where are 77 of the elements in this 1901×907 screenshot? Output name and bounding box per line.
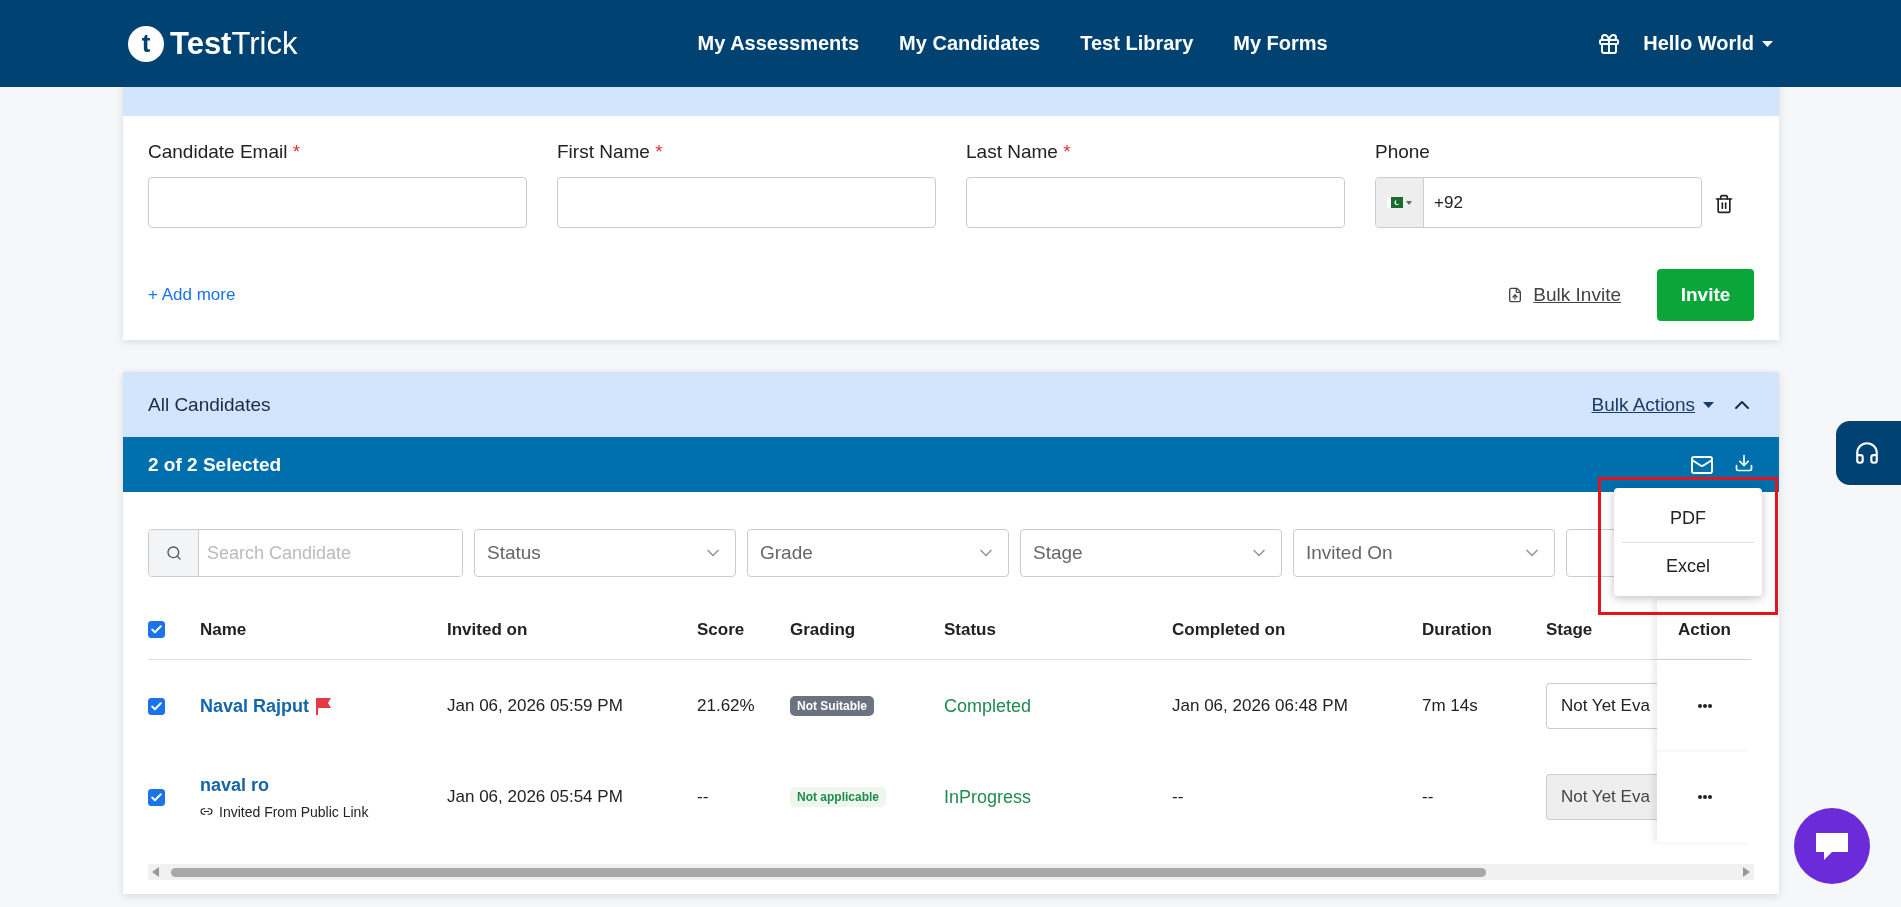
- table-cell-text: 7m 14s: [1422, 696, 1479, 716]
- column-header: Action: [1678, 619, 1731, 640]
- delete-icon[interactable]: [1714, 194, 1734, 214]
- candidate-name-link[interactable]: naval ro: [200, 774, 270, 796]
- candidate-name-link[interactable]: Naval Rajput: [200, 695, 310, 717]
- nav-link[interactable]: My Assessments: [697, 32, 860, 55]
- menu-item[interactable]: Excel: [1622, 542, 1754, 590]
- flag-icon: [315, 697, 333, 715]
- field-label: Phone: [1375, 141, 1431, 163]
- caret-icon: [1762, 40, 1773, 47]
- table-cell-text: --: [697, 787, 710, 807]
- column-header: Completed on: [1172, 619, 1287, 640]
- input-field[interactable]: [557, 177, 936, 228]
- gift-icon[interactable]: [1597, 31, 1622, 56]
- column-header: Status: [944, 619, 997, 640]
- search-icon: [165, 545, 182, 561]
- table-cell-text: --: [1172, 787, 1185, 807]
- file-upload-icon: [1507, 287, 1524, 303]
- menu-item[interactable]: PDF: [1622, 494, 1754, 542]
- column-header: Duration: [1422, 619, 1493, 640]
- status-text: Completed: [944, 695, 1033, 717]
- selection-count: 2 of 2 Selected: [148, 453, 282, 476]
- filter-dropdown[interactable]: Stage: [1020, 529, 1282, 577]
- filter-dropdown[interactable]: Invited On: [1293, 529, 1555, 577]
- download-icon[interactable]: [1734, 452, 1754, 473]
- horizontal-scrollbar[interactable]: [148, 864, 1754, 880]
- field-label: Candidate Email *: [148, 141, 302, 163]
- phone-field[interactable]: +92: [1375, 177, 1702, 228]
- table-cell-text: 21.62%: [697, 696, 756, 716]
- grading-badge: Not Suitable: [790, 696, 874, 716]
- search-field[interactable]: Search Candidate: [148, 529, 463, 577]
- column-header: Grading: [790, 619, 857, 640]
- check-icon: [150, 699, 163, 713]
- card-title: All Candidates: [148, 393, 271, 416]
- bulk-actions-link[interactable]: Bulk Actions: [1591, 393, 1714, 416]
- column-header: Name: [200, 619, 248, 640]
- brand-name: TestTrick: [170, 25, 298, 62]
- logo-mark: t: [128, 25, 164, 62]
- table-cell-text: Jan 06, 2026 05:59 PM: [447, 696, 624, 716]
- user-menu[interactable]: Hello World: [1643, 32, 1773, 55]
- add-more-link[interactable]: + Add more: [148, 285, 236, 305]
- filter-dropdown[interactable]: Grade: [747, 529, 1009, 577]
- more-button[interactable]: [1697, 704, 1712, 708]
- check-icon: [150, 790, 163, 804]
- checkbox[interactable]: [148, 788, 165, 806]
- column-header: Score: [697, 619, 746, 640]
- table-cell-text: Jan 06, 2026 06:48 PM: [1172, 696, 1349, 716]
- input-field[interactable]: [148, 177, 527, 228]
- column-header: Invited on: [447, 619, 529, 640]
- caret-icon: [1703, 401, 1714, 408]
- flag-icon: [1387, 197, 1403, 208]
- check-icon: [150, 623, 163, 636]
- field-label: First Name *: [557, 141, 664, 163]
- nav-link[interactable]: My Candidates: [899, 32, 1041, 55]
- field-label: Last Name *: [966, 141, 1072, 163]
- checkbox[interactable]: [148, 621, 165, 638]
- more-icon: [1697, 795, 1712, 799]
- column-header: Stage: [1546, 619, 1594, 640]
- link-icon: [200, 805, 213, 818]
- more-button[interactable]: [1697, 795, 1712, 799]
- headset-icon: [1854, 440, 1880, 466]
- table-cell-text: --: [1422, 787, 1435, 807]
- bulk-invite-link[interactable]: Bulk Invite: [1507, 284, 1621, 306]
- nav-link[interactable]: My Forms: [1233, 32, 1328, 55]
- checkbox[interactable]: [148, 697, 165, 715]
- dropdown-field[interactable]: Not Yet Eva: [1546, 683, 1657, 729]
- grading-badge: Not applicable: [790, 787, 886, 807]
- filter-dropdown[interactable]: Status: [474, 529, 736, 577]
- input-field[interactable]: [966, 177, 1345, 228]
- nav-link[interactable]: Test Library: [1080, 32, 1194, 55]
- chat-icon: [1814, 830, 1850, 862]
- caret-icon: [1406, 200, 1412, 205]
- support-button[interactable]: [1836, 421, 1901, 485]
- more-icon: [1697, 704, 1712, 708]
- invite-source: Invited From Public Link: [219, 803, 369, 820]
- status-text: InProgress: [944, 786, 1033, 808]
- table-cell-text: Jan 06, 2026 05:54 PM: [447, 787, 624, 807]
